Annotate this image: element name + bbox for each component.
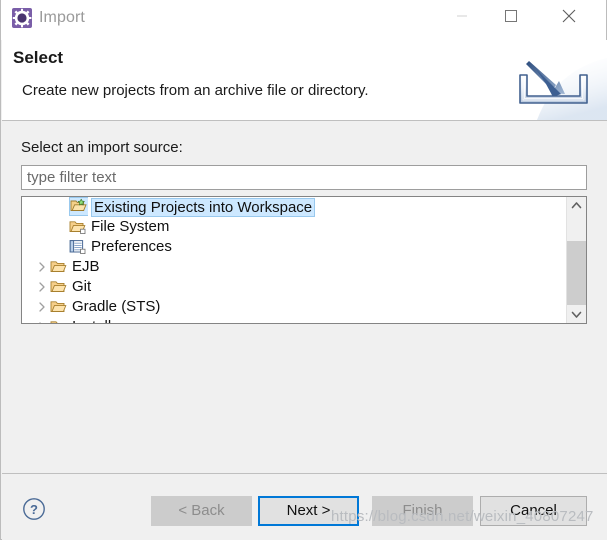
page-description: Create new projects from an archive file… [22, 82, 369, 99]
tree-item-label: File System [91, 217, 170, 235]
folder-open-icon [50, 259, 68, 275]
finish-button[interactable]: Finish [372, 496, 473, 526]
chevron-right-icon[interactable] [34, 319, 50, 323]
dialog-footer: ? < Back Next > Finish Cancel [2, 473, 607, 540]
chevron-right-icon[interactable] [34, 299, 50, 315]
dialog-body: Select an import source: E [2, 121, 607, 473]
title-bar: Import [1, 0, 606, 40]
tree-item-label: Gradle (STS) [72, 297, 161, 315]
chevron-right-icon[interactable] [34, 259, 50, 275]
import-wizard-icon [487, 40, 607, 120]
tree-list: Existing Projects into Workspace File Sy… [22, 197, 567, 323]
filter-input[interactable] [21, 165, 587, 190]
close-icon[interactable] [546, 0, 592, 32]
import-project-folder-icon [69, 197, 88, 216]
minimize-icon[interactable] [439, 0, 485, 32]
import-source-tree[interactable]: Existing Projects into Workspace File Sy… [21, 196, 587, 324]
tree-item-gradle-sts[interactable]: Gradle (STS) [22, 297, 567, 317]
tree-item-label: EJB [72, 257, 100, 275]
tree-item-ejb[interactable]: EJB [22, 257, 567, 277]
window-title: Import [39, 9, 85, 26]
import-dialog: Import Select Create new projects from a… [0, 0, 607, 540]
tree-scrollbar[interactable] [566, 197, 586, 323]
next-button[interactable]: Next > [258, 496, 359, 526]
tree-item-label: Install [72, 318, 111, 324]
cancel-button[interactable]: Cancel [480, 496, 587, 526]
eclipse-import-icon [12, 8, 32, 28]
folder-open-icon [50, 299, 68, 315]
chevron-right-icon[interactable] [34, 279, 50, 295]
folder-icon [69, 219, 87, 235]
tree-item-label: Existing Projects into Workspace [91, 197, 316, 217]
tree-item-git[interactable]: Git [22, 277, 567, 297]
wizard-banner: Select Create new projects from an archi… [2, 40, 607, 121]
tree-item-file-system[interactable]: File System [22, 217, 567, 237]
tree-item-existing-projects[interactable]: Existing Projects into Workspace [22, 197, 567, 217]
chevron-up-icon[interactable] [567, 197, 586, 214]
maximize-icon[interactable] [488, 0, 534, 32]
tree-item-preferences[interactable]: Preferences [22, 237, 567, 257]
select-import-source-label: Select an import source: [21, 139, 183, 156]
chevron-down-icon[interactable] [567, 306, 586, 323]
folder-open-icon [50, 319, 68, 323]
folder-open-icon [50, 279, 68, 295]
preferences-icon [69, 239, 87, 255]
tree-item-label: Preferences [91, 237, 172, 255]
page-title: Select [13, 48, 64, 67]
help-icon[interactable]: ? [22, 497, 46, 521]
svg-text:?: ? [30, 502, 38, 517]
back-button[interactable]: < Back [151, 496, 252, 526]
tree-item-install[interactable]: Install [22, 317, 567, 324]
scrollbar-thumb[interactable] [567, 241, 586, 305]
tree-item-label: Git [72, 277, 92, 295]
